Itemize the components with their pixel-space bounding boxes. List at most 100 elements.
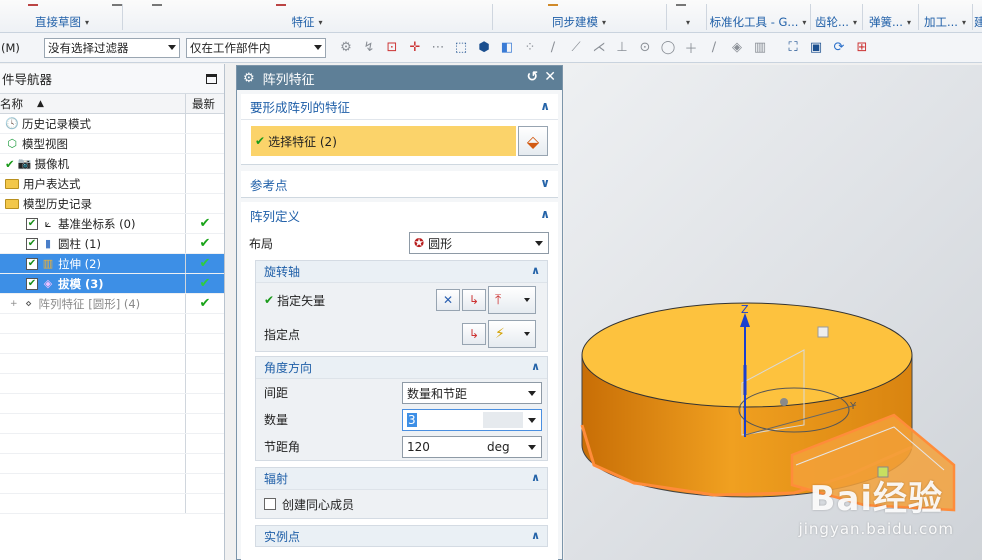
origin-handle[interactable] xyxy=(780,398,788,406)
close-icon[interactable]: ✕ xyxy=(544,69,556,85)
quick-pick-icon[interactable]: ⋯ xyxy=(428,38,448,58)
section-features-header[interactable]: 要形成阵列的特征 ∧ xyxy=(241,94,558,120)
spacing-select[interactable]: 数量和节距 xyxy=(402,382,542,404)
ribbon-group-more[interactable]: ▾ xyxy=(668,14,704,30)
gear-icon[interactable]: ⚙ xyxy=(243,71,255,86)
subsection-radiate: 辐射 ∧ 创建同心成员 xyxy=(255,467,548,519)
datum-handle[interactable] xyxy=(817,326,829,338)
body-icon[interactable]: ◧ xyxy=(497,38,517,58)
section-features: 要形成阵列的特征 ∧ ✔ 选择特征 (2) ⬙ xyxy=(241,94,558,165)
type-filter[interactable]: (M) xyxy=(0,41,34,55)
scope-select[interactable]: 仅在工作部件内 xyxy=(186,37,326,58)
angle-direction-header[interactable]: 角度方向 ∧ xyxy=(256,357,547,379)
expand-plus-icon[interactable]: + xyxy=(10,299,18,309)
midpoint-icon[interactable]: ⋌ xyxy=(589,38,609,58)
collapse-icon[interactable]: ∧ xyxy=(540,99,550,113)
rectangle-select-icon[interactable]: ⬚ xyxy=(451,38,471,58)
filter-select[interactable]: 没有选择过滤器 xyxy=(44,37,180,58)
reset-icon[interactable]: ↺ xyxy=(527,69,539,85)
nav-row-user-expressions[interactable]: 用户表达式 xyxy=(0,174,224,194)
checkbox-draft[interactable]: ✔ xyxy=(26,277,38,290)
nav-row-datum-csys[interactable]: ✔ ⟀ 基准坐标系 (0) ✔ xyxy=(0,214,224,234)
render-icon[interactable]: ▣ xyxy=(806,38,826,58)
section-reference-header[interactable]: 参考点 ∨ xyxy=(241,171,558,197)
nav-row-model-views[interactable]: ⬡ 模型视图 xyxy=(0,134,224,154)
nav-row-camera[interactable]: ✔ 📷 摄像机 xyxy=(0,154,224,174)
baidu-watermark: Bai经验 jingyan.baidu.com xyxy=(798,479,954,538)
collapse-icon[interactable]: ∧ xyxy=(531,471,540,484)
collapse-icon[interactable]: ∧ xyxy=(540,207,550,221)
snap-point-icon[interactable]: ⊡ xyxy=(382,38,402,58)
column-name[interactable]: 名称 ▲ xyxy=(0,94,186,113)
ribbon-group-feature[interactable]: 特征 ▾ xyxy=(124,14,490,30)
vector-type-button[interactable]: ⤒ xyxy=(488,286,536,314)
extrude-icon: ▥ xyxy=(42,257,54,270)
nav-row-model-history[interactable]: 模型历史记录 xyxy=(0,194,224,214)
ribbon-group-machining[interactable]: 加工... ▾ xyxy=(920,14,970,30)
point-dialog-button[interactable]: ↳ xyxy=(462,323,486,345)
expand-icon[interactable]: ∨ xyxy=(540,176,550,190)
graphics-viewport[interactable]: Z Y Bai经验 jingyan.baidu.com xyxy=(564,65,982,560)
pitch-angle-input[interactable]: 120 deg xyxy=(402,436,542,458)
grid-snap-icon[interactable]: ⁘ xyxy=(520,38,540,58)
collapse-icon[interactable]: ∧ xyxy=(531,360,540,373)
subsection-instance-points: 实例点 ∧ xyxy=(255,525,548,547)
ribbon-group-gear[interactable]: 齿轮... ▾ xyxy=(812,14,860,30)
select-curve-icon[interactable]: ↯ xyxy=(359,38,379,58)
select-feature-icon[interactable]: ⚙ xyxy=(336,38,356,58)
nav-row-history-mode[interactable]: 🕓 历史记录模式 xyxy=(0,114,224,134)
instance-points-header[interactable]: 实例点 ∧ xyxy=(256,526,547,546)
collapse-icon[interactable]: ∧ xyxy=(531,529,540,542)
ribbon-group-sync-modeling[interactable]: 同步建模 ▾ xyxy=(494,14,664,30)
vector-dialog-button[interactable]: ↳ xyxy=(462,289,486,311)
count-input[interactable]: 3 xyxy=(402,409,542,431)
ribbon-group-direct-sketch[interactable]: 直接草图 ▾ xyxy=(4,14,120,30)
concentric-checkbox[interactable] xyxy=(264,498,276,510)
radiate-header[interactable]: 辐射 ∧ xyxy=(256,468,547,490)
checkbox-extrude[interactable]: ✔ xyxy=(26,257,38,270)
select-feature-button[interactable]: ⬙ xyxy=(518,126,548,156)
section-definition-header[interactable]: 阵列定义 ∧ xyxy=(241,202,558,228)
refresh-icon[interactable]: ⟳ xyxy=(829,38,849,58)
pitch-angle-row: 节距角 120 deg xyxy=(256,433,547,460)
face-point-icon[interactable]: ◈ xyxy=(727,38,747,58)
ribbon-group-build[interactable]: 建 xyxy=(974,14,982,30)
reverse-direction-button[interactable]: ✕ xyxy=(436,289,460,311)
ribbon-group-spring[interactable]: 弹簧... ▾ xyxy=(864,14,916,30)
point-type-button[interactable]: ⚡ xyxy=(488,320,536,348)
fit-view-icon[interactable]: ⛶ xyxy=(783,38,803,58)
chevron-down-icon xyxy=(524,332,530,336)
solid-icon[interactable]: ⬢ xyxy=(474,38,494,58)
select-feature-row[interactable]: ✔ 选择特征 (2) xyxy=(251,126,516,156)
edge-icon[interactable]: ▥ xyxy=(750,38,770,58)
window-icon[interactable] xyxy=(206,74,217,84)
subsection-angle-direction: 角度方向 ∧ 间距 数量和节距 数量 3 节距角 120 deg xyxy=(255,356,548,461)
collapse-icon[interactable]: ∧ xyxy=(531,264,540,277)
tangent-icon[interactable]: ∕ xyxy=(704,38,724,58)
polyline-icon[interactable]: ⟋ xyxy=(566,38,586,58)
rotation-axis-header[interactable]: 旋转轴 ∧ xyxy=(256,261,547,283)
dialog-title: 阵列特征 xyxy=(262,72,315,88)
perpendicular-icon[interactable]: ⊥ xyxy=(612,38,632,58)
chevron-down-icon xyxy=(524,298,530,302)
dialog-title-bar: ⚙ 阵列特征 ↺ ✕ xyxy=(237,66,562,90)
layout-icon[interactable]: ⊞ xyxy=(852,38,872,58)
nav-row-cylinder[interactable]: ✔ ▮ 圆柱 (1) ✔ xyxy=(0,234,224,254)
column-latest[interactable]: 最新 xyxy=(186,94,224,113)
checkbox-cylinder[interactable]: ✔ xyxy=(26,237,38,250)
camera-icon: 📷 xyxy=(17,157,32,170)
clock-icon: 🕓 xyxy=(5,117,19,130)
nav-row-extrude[interactable]: ✔ ▥ 拉伸 (2) ✔ xyxy=(0,254,224,274)
line-snap-icon[interactable]: ∕ xyxy=(543,38,563,58)
check-icon: ✔ xyxy=(5,156,15,171)
nav-row-draft[interactable]: ✔ ◈ 拔模 (3) ✔ xyxy=(0,274,224,294)
checkbox-datum[interactable]: ✔ xyxy=(26,217,38,230)
center-point-icon[interactable]: ⊙ xyxy=(635,38,655,58)
layout-select[interactable]: ✪ 圆形 xyxy=(409,232,549,254)
plus-icon[interactable]: ＋ xyxy=(681,38,701,58)
intersect-icon[interactable]: ✛ xyxy=(405,38,425,58)
inferred-point-icon: ⚡ xyxy=(495,326,505,342)
ribbon-group-standard-tools[interactable]: 标准化工具 - G... ▾ xyxy=(708,14,808,30)
quadrant-point-icon[interactable]: ◯ xyxy=(658,38,678,58)
nav-row-pattern-feature[interactable]: + ⋄ 阵列特征 [圆形] (4) ✔ xyxy=(0,294,224,314)
